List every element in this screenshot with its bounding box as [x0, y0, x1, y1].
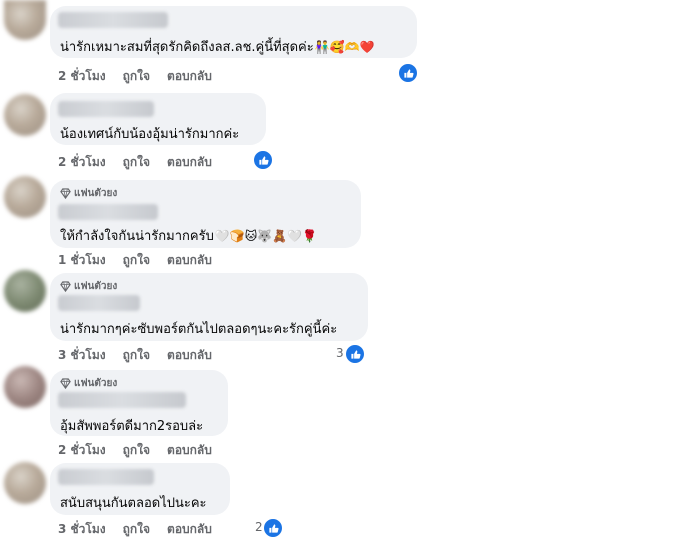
comment-bubble: แฟนตัวยง ให้กำลังใจกันน่ารักมากครับ🤍🍞🐱🐺🧸…: [50, 180, 361, 248]
fan-badge: แฟนตัวยง: [60, 279, 117, 294]
comment-text-body: น่ารักมากๆค่ะซับพอร์ตกันไปตลอดๆนะคะรักคู…: [60, 322, 338, 337]
comment-text-body: สนับสนุนกันตลอดไปนะคะ: [60, 496, 207, 511]
avatar[interactable]: [4, 270, 46, 312]
comment-text-body: อุ้มสัพพอร์ตดีมาก2รอบล่ะ: [60, 419, 204, 434]
avatar[interactable]: [4, 0, 46, 40]
comment-text: สนับสนุนกันตลอดไปนะคะ: [60, 492, 208, 513]
reply-button[interactable]: ตอบกลับ: [167, 67, 212, 86]
timestamp[interactable]: 3 ชั่วโมง: [58, 346, 106, 365]
like-button[interactable]: ถูกใจ: [123, 520, 150, 539]
author-name[interactable]: [58, 392, 186, 408]
author-name[interactable]: [58, 12, 168, 28]
author-name[interactable]: [58, 204, 158, 220]
like-button[interactable]: ถูกใจ: [123, 153, 150, 172]
comment-bubble: น้องเทศน์กับน้องอุ้มน่ารักมากค่ะ: [50, 93, 266, 145]
comment-actions: 2 ชั่วโมง ถูกใจ ตอบกลับ: [58, 67, 212, 86]
reply-button[interactable]: ตอบกลับ: [167, 153, 212, 172]
avatar[interactable]: [4, 462, 46, 504]
comment-actions: 2 ชั่วโมง ถูกใจ ตอบกลับ: [58, 441, 212, 460]
thumbs-up-icon[interactable]: [253, 150, 273, 170]
comment-text-body: น้องเทศน์กับน้องอุ้มน่ารักมากค่ะ: [60, 127, 240, 142]
fan-badge: แฟนตัวยง: [60, 186, 117, 201]
thumbs-up-icon[interactable]: [398, 63, 418, 83]
fan-badge-label: แฟนตัวยง: [74, 281, 118, 292]
comment-bubble: แฟนตัวยง อุ้มสัพพอร์ตดีมาก2รอบล่ะ: [50, 370, 228, 436]
diamond-icon: [60, 378, 71, 389]
timestamp[interactable]: 2 ชั่วโมง: [58, 153, 106, 172]
reply-button[interactable]: ตอบกลับ: [167, 251, 212, 270]
comment-text: ให้กำลังใจกันน่ารักมากครับ🤍🍞🐱🐺🧸🤍🌹: [60, 225, 317, 246]
comment-bubble: น่ารักเหมาะสมที่สุดรักคิดถึงลส.ลช.คู่นี้…: [50, 6, 417, 58]
thumbs-up-icon[interactable]: [263, 518, 283, 538]
comment-text-body: น่ารักเหมาะสมที่สุดรักคิดถึงลส.ลช.คู่นี้…: [60, 40, 314, 55]
comment-actions: 2 ชั่วโมง ถูกใจ ตอบกลับ: [58, 153, 212, 172]
like-button[interactable]: ถูกใจ: [123, 441, 150, 460]
timestamp[interactable]: 2 ชั่วโมง: [58, 67, 106, 86]
timestamp[interactable]: 1 ชั่วโมง: [58, 251, 106, 270]
comment-text-body: ให้กำลังใจกันน่ารักมากครับ: [60, 229, 214, 244]
avatar[interactable]: [4, 176, 46, 218]
comment-bubble: สนับสนุนกันตลอดไปนะคะ: [50, 463, 230, 515]
diamond-icon: [60, 281, 71, 292]
diamond-icon: [60, 188, 71, 199]
author-name[interactable]: [58, 101, 154, 117]
like-button[interactable]: ถูกใจ: [123, 67, 150, 86]
comment-actions: 3 ชั่วโมง ถูกใจ ตอบกลับ: [58, 346, 212, 365]
timestamp[interactable]: 3 ชั่วโมง: [58, 520, 106, 539]
timestamp[interactable]: 2 ชั่วโมง: [58, 441, 106, 460]
comment-actions: 1 ชั่วโมง ถูกใจ ตอบกลับ: [58, 251, 212, 270]
thumbs-up-icon[interactable]: [345, 344, 365, 364]
reply-button[interactable]: ตอบกลับ: [167, 441, 212, 460]
fan-badge-label: แฟนตัวยง: [74, 188, 118, 199]
reaction-count[interactable]: 2: [255, 520, 263, 534]
fan-badge-label: แฟนตัวยง: [74, 378, 118, 389]
comment-text: อุ้มสัพพอร์ตดีมาก2รอบล่ะ: [60, 415, 204, 436]
reply-button[interactable]: ตอบกลับ: [167, 346, 212, 365]
comment-bubble: แฟนตัวยง น่ารักมากๆค่ะซับพอร์ตกันไปตลอดๆ…: [50, 273, 368, 341]
comment-text: น่ารักมากๆค่ะซับพอร์ตกันไปตลอดๆนะคะรักคู…: [60, 318, 338, 339]
reply-button[interactable]: ตอบกลับ: [167, 520, 212, 539]
author-name[interactable]: [58, 469, 154, 485]
fan-badge: แฟนตัวยง: [60, 376, 117, 391]
comment-text: น่ารักเหมาะสมที่สุดรักคิดถึงลส.ลช.คู่นี้…: [60, 36, 375, 57]
author-name[interactable]: [58, 295, 140, 311]
like-button[interactable]: ถูกใจ: [123, 346, 150, 365]
comment-emojis: 👫🥰🫶❤️: [314, 40, 375, 54]
comment-emojis: 🤍🍞🐱🐺🧸🤍🌹: [214, 229, 318, 243]
reaction-count[interactable]: 3: [336, 346, 344, 360]
avatar[interactable]: [4, 94, 46, 136]
like-button[interactable]: ถูกใจ: [123, 251, 150, 270]
comment-text: น้องเทศน์กับน้องอุ้มน่ารักมากค่ะ: [60, 123, 240, 144]
avatar[interactable]: [4, 366, 46, 408]
comment-actions: 3 ชั่วโมง ถูกใจ ตอบกลับ: [58, 520, 212, 539]
